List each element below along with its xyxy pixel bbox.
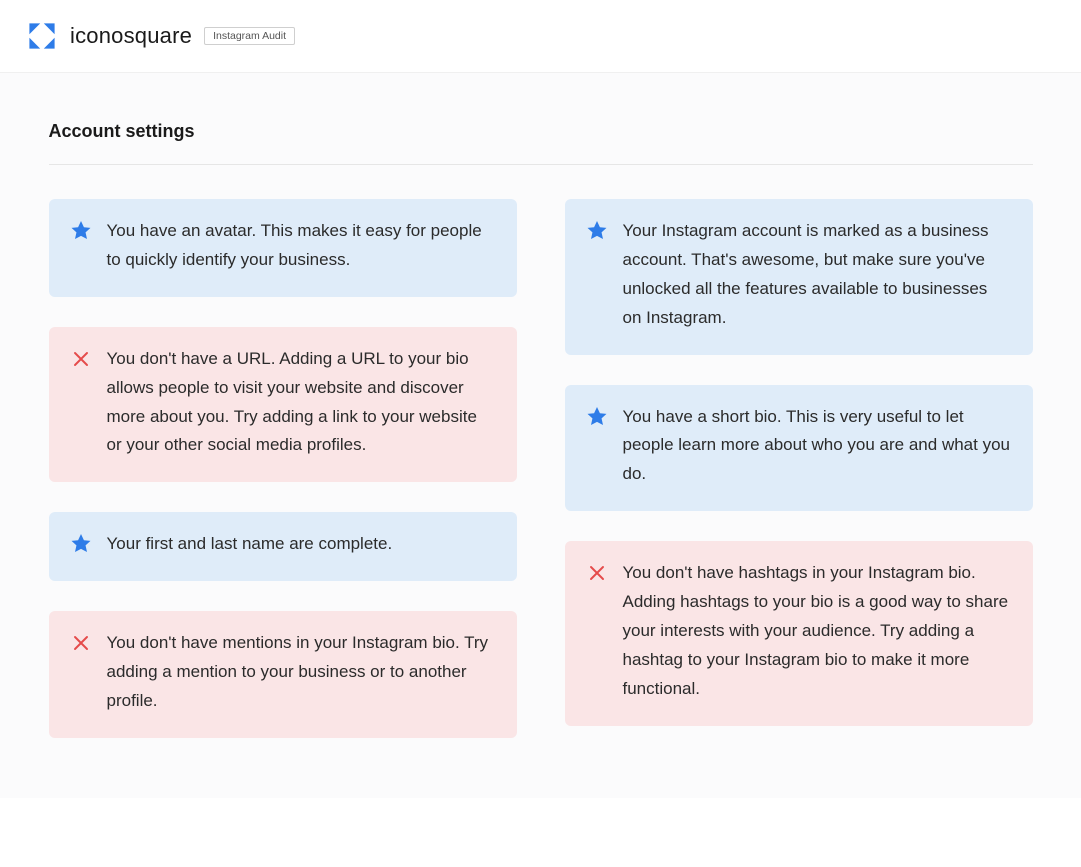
audit-card: You don't have mentions in your Instagra… <box>49 611 517 738</box>
audit-grid: You have an avatar. This makes it easy f… <box>49 199 1033 738</box>
audit-card-text: Your Instagram account is marked as a bu… <box>623 217 1011 333</box>
audit-card-text: You don't have a URL. Adding a URL to yo… <box>107 345 495 461</box>
audit-card: You have an avatar. This makes it easy f… <box>49 199 517 297</box>
audit-card-text: You don't have hashtags in your Instagra… <box>623 559 1011 703</box>
audit-card-text: You have a short bio. This is very usefu… <box>623 403 1011 490</box>
audit-card: Your first and last name are complete. <box>49 512 517 581</box>
left-column: You have an avatar. This makes it easy f… <box>49 199 517 738</box>
star-icon <box>585 405 609 429</box>
audit-card: Your Instagram account is marked as a bu… <box>565 199 1033 355</box>
page-body: Account settings You have an avatar. Thi… <box>0 73 1081 798</box>
cross-icon <box>585 561 609 585</box>
cross-icon <box>69 347 93 371</box>
section-title: Account settings <box>49 121 1033 165</box>
star-icon <box>69 219 93 243</box>
brand-logo[interactable]: iconosquare <box>24 18 192 54</box>
star-icon <box>69 532 93 556</box>
audit-card: You don't have a URL. Adding a URL to yo… <box>49 327 517 483</box>
logo-icon <box>24 18 60 54</box>
audit-card-text: Your first and last name are complete. <box>107 530 393 559</box>
star-icon <box>585 219 609 243</box>
audit-card-text: You don't have mentions in your Instagra… <box>107 629 495 716</box>
cross-icon <box>69 631 93 655</box>
app-header: iconosquare Instagram Audit <box>0 0 1081 73</box>
audit-card-text: You have an avatar. This makes it easy f… <box>107 217 495 275</box>
right-column: Your Instagram account is marked as a bu… <box>565 199 1033 726</box>
audit-card: You have a short bio. This is very usefu… <box>565 385 1033 512</box>
product-badge: Instagram Audit <box>204 27 295 46</box>
brand-name: iconosquare <box>70 23 192 49</box>
audit-card: You don't have hashtags in your Instagra… <box>565 541 1033 725</box>
